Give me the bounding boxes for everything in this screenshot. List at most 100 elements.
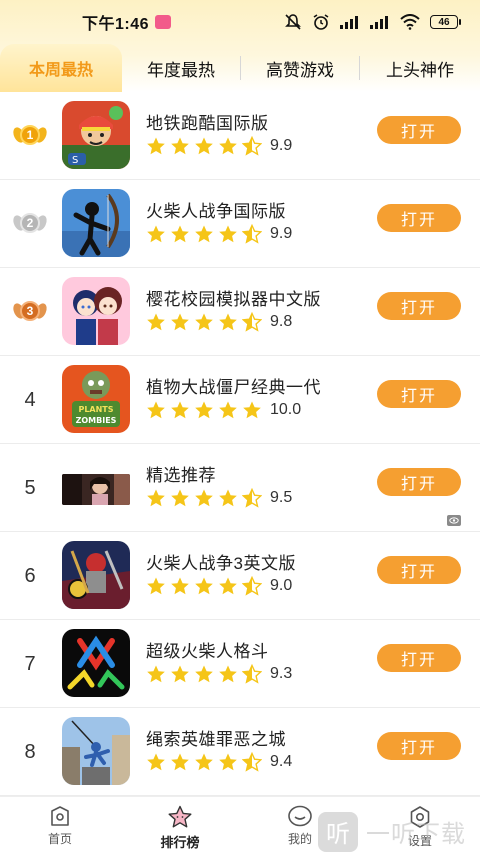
star-half-icon xyxy=(242,136,262,156)
star-full-icon xyxy=(147,137,165,155)
rating-stars: 10.0 xyxy=(146,400,301,420)
star-full-icon xyxy=(147,753,165,771)
star-full-icon xyxy=(147,401,165,419)
battery-icon: 46 xyxy=(430,15,461,29)
star-full-icon xyxy=(219,489,237,507)
game-title[interactable]: 火柴人战争国际版 xyxy=(146,197,286,222)
rating-stars: 9.9 xyxy=(146,224,292,244)
star-full-icon xyxy=(195,225,213,243)
star-full-icon xyxy=(171,137,189,155)
nav-profile-label: 我的 xyxy=(287,832,312,846)
star-half-icon xyxy=(242,752,262,772)
game-title[interactable]: 地铁跑酷国际版 xyxy=(146,109,269,134)
wifi-icon xyxy=(400,14,420,30)
star-full-icon xyxy=(195,313,213,331)
list-item[interactable]: 7 超级火柴人格斗 9.3 打开 xyxy=(0,620,480,708)
rating-stars: 9.8 xyxy=(146,312,292,332)
list-item[interactable]: 1 S 地铁跑酷国际版 9.9 打开 xyxy=(0,92,480,180)
featured-thumbnail[interactable] xyxy=(62,474,130,505)
rank-medal-icon: 3 xyxy=(11,299,49,325)
star-full-icon xyxy=(171,401,189,419)
star-full-icon xyxy=(171,577,189,595)
rating-stars: 9.4 xyxy=(146,752,292,772)
open-button[interactable]: 打开 xyxy=(377,380,461,408)
nav-ranking[interactable]: 排行榜 xyxy=(135,797,225,853)
rank-number: 5 xyxy=(24,476,36,499)
svg-text:S: S xyxy=(72,155,78,166)
rating-score: 9.0 xyxy=(270,577,293,594)
rope-hero-icon[interactable] xyxy=(62,717,130,785)
open-button[interactable]: 打开 xyxy=(377,556,461,584)
game-title[interactable]: 精选推荐 xyxy=(146,461,216,486)
open-button[interactable]: 打开 xyxy=(377,204,461,232)
star-full-icon xyxy=(195,489,213,507)
list-item[interactable]: 6 火柴人战争3英文版 9.0 打开 xyxy=(0,532,480,620)
star-full-icon xyxy=(147,577,165,595)
open-button[interactable]: 打开 xyxy=(377,292,461,320)
ranking-star-icon xyxy=(168,805,192,828)
star-half-icon xyxy=(242,664,262,684)
stick-war-3-icon[interactable] xyxy=(62,541,130,609)
nav-home[interactable]: 首页 xyxy=(15,797,105,853)
game-title[interactable]: 植物大战僵尸经典一代 xyxy=(146,373,321,398)
rating-score: 9.4 xyxy=(270,753,293,770)
star-full-icon xyxy=(219,225,237,243)
list-item[interactable]: 4 PLANTS ZOMBIES 植物大战僵尸经典一代 10.0 打开 xyxy=(0,356,480,444)
tab-addictive-picks[interactable]: 上头神作 xyxy=(360,44,480,92)
star-full-icon xyxy=(219,753,237,771)
tab-yearly-hot[interactable]: 年度最热 xyxy=(122,44,240,92)
rank-indicator: 5 xyxy=(10,444,50,532)
open-button[interactable]: 打开 xyxy=(377,468,461,496)
tab-top-rated[interactable]: 高赞游戏 xyxy=(241,44,359,92)
status-time: 下午1:46 xyxy=(82,16,150,33)
rank-medal-icon: 2 xyxy=(11,211,49,237)
nav-ranking-label: 排行榜 xyxy=(160,835,200,850)
sakura-school-icon[interactable] xyxy=(62,277,130,345)
watermark-text: 一听下载 xyxy=(366,821,466,848)
list-item[interactable]: 8 绳索英雄罪恶之城 9.4 打开 xyxy=(0,708,480,796)
watermark-logo: 听 xyxy=(318,811,358,852)
profile-icon xyxy=(288,805,312,827)
game-title[interactable]: 樱花校园模拟器中文版 xyxy=(146,285,321,310)
rank-number: 7 xyxy=(24,652,36,675)
ad-indicator-icon[interactable] xyxy=(447,515,461,526)
star-full-icon xyxy=(219,665,237,683)
star-full-icon xyxy=(219,313,237,331)
open-button[interactable]: 打开 xyxy=(377,644,461,672)
rank-number: 2 xyxy=(20,213,40,233)
stickman-fight-icon[interactable] xyxy=(62,629,130,697)
rank-number: 1 xyxy=(20,125,40,145)
plants-vs-zombies-icon[interactable]: PLANTS ZOMBIES xyxy=(62,365,130,433)
rating-score: 10.0 xyxy=(270,401,302,418)
star-full-icon xyxy=(171,225,189,243)
game-title[interactable]: 绳索英雄罪恶之城 xyxy=(146,725,286,750)
rating-score: 9.8 xyxy=(270,313,293,330)
home-icon xyxy=(51,806,69,826)
svg-text:ZOMBIES: ZOMBIES xyxy=(76,416,117,425)
nav-home-label: 首页 xyxy=(47,832,72,846)
game-title[interactable]: 超级火柴人格斗 xyxy=(146,637,269,662)
subway-surfers-icon[interactable]: S xyxy=(62,101,130,169)
list-item[interactable]: 3 樱花校园模拟器中文版 9.8 打开 xyxy=(0,268,480,356)
star-full-icon xyxy=(147,313,165,331)
open-button[interactable]: 打开 xyxy=(377,116,461,144)
star-full-icon xyxy=(219,137,237,155)
signal-1-icon xyxy=(340,16,358,29)
rank-number: 8 xyxy=(24,740,36,763)
list-item[interactable]: 2 火柴人战争国际版 9.9 打开 xyxy=(0,180,480,268)
star-full-icon xyxy=(147,665,165,683)
tab-weekly-hot[interactable]: 本周最热 xyxy=(0,44,122,92)
rank-indicator: 7 xyxy=(10,620,50,708)
star-full-icon xyxy=(171,313,189,331)
rank-medal-icon: 1 xyxy=(11,123,49,149)
star-half-icon xyxy=(242,312,262,332)
rank-number: 3 xyxy=(20,301,40,321)
rank-indicator: 1 xyxy=(10,92,50,180)
list-item[interactable]: 5 精选推荐 9.5 打开 xyxy=(0,444,480,532)
stick-war-icon[interactable] xyxy=(62,189,130,257)
game-title[interactable]: 火柴人战争3英文版 xyxy=(146,549,296,574)
rank-indicator: 8 xyxy=(10,708,50,796)
star-full-icon xyxy=(171,753,189,771)
open-button[interactable]: 打开 xyxy=(377,732,461,760)
rank-indicator: 3 xyxy=(10,268,50,356)
